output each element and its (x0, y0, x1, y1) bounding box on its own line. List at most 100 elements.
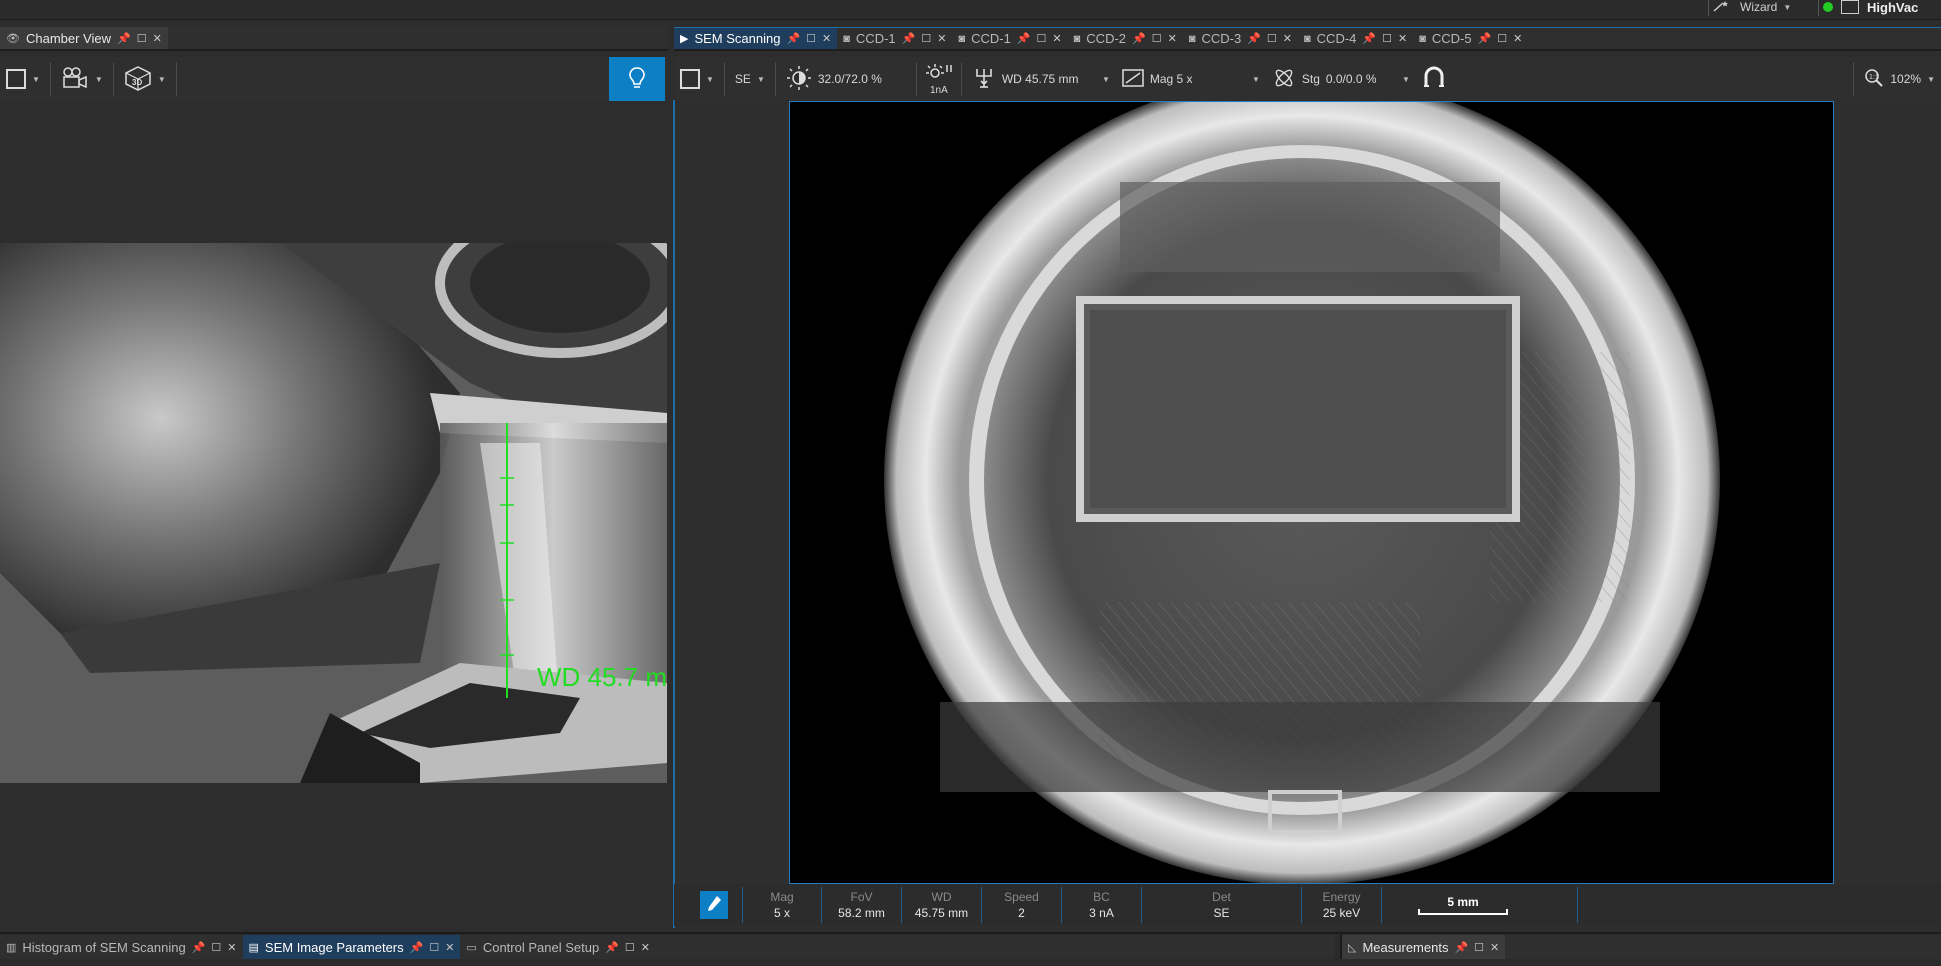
pin-icon[interactable]: 📌 (786, 32, 800, 45)
tab-ccd-2[interactable]: ◙ CCD-2 📌 ☐ ✕ (1068, 28, 1183, 49)
divider (1708, 0, 1709, 16)
tab-sem-image-parameters[interactable]: ▤ SEM Image Parameters 📌 ☐ ✕ (242, 935, 461, 959)
divider (49, 62, 51, 96)
top-strip: Wizard ▼ HighVac (0, 0, 1941, 20)
camera-button[interactable]: ▼ (55, 63, 109, 95)
close-icon[interactable]: ✕ (1168, 32, 1177, 45)
pin-icon[interactable]: 📌 (1478, 32, 1492, 45)
pin-icon[interactable]: 📌 (902, 32, 916, 45)
divider (175, 62, 177, 96)
chevron-down-icon[interactable]: ▼ (1783, 3, 1791, 12)
wizard-label: Wizard (1740, 0, 1778, 14)
sem-image-viewport[interactable] (789, 101, 1834, 884)
stigmator-control[interactable]: Stg 0.0/0.0 % ▼ (1266, 63, 1416, 95)
close-icon[interactable]: ✕ (1513, 32, 1522, 45)
magnification-control[interactable]: Mag 5 x ▼ (1116, 63, 1266, 95)
close-icon[interactable]: ✕ (641, 941, 650, 954)
divider (1853, 62, 1855, 96)
zoom-control[interactable]: 1:1 102% ▼ (1858, 63, 1941, 95)
chamber-camera-view[interactable]: WD 45.7 m (0, 243, 667, 783)
brightness-contrast-control[interactable]: 32.0/72.0 % (780, 63, 912, 95)
tab-measurements[interactable]: ◺ Measurements 📌 ☐ ✕ (1342, 935, 1506, 959)
sem-image (790, 102, 1833, 883)
close-icon[interactable]: ✕ (1490, 941, 1499, 954)
vacuum-status[interactable]: HighVac (1823, 0, 1919, 15)
pin-icon[interactable]: 📌 (410, 941, 424, 954)
auto-function-button[interactable] (1416, 63, 1452, 95)
chevron-down-icon[interactable]: ▼ (1927, 75, 1935, 84)
info-label: FoV (850, 890, 873, 904)
pin-icon[interactable]: 📌 (1247, 32, 1261, 45)
close-icon[interactable]: ✕ (227, 941, 236, 954)
chevron-down-icon[interactable]: ▼ (158, 75, 166, 84)
pin-icon[interactable]: 📌 (1017, 32, 1031, 45)
pin-icon[interactable]: 📌 (192, 941, 206, 954)
beam-current-button[interactable]: 1nA (921, 63, 957, 95)
3d-view-button[interactable]: 3D ▼ (118, 63, 172, 95)
maximize-icon[interactable]: ☐ (625, 941, 635, 954)
pin-icon[interactable]: 📌 (605, 941, 619, 954)
wizard-button[interactable]: Wizard ▼ (1712, 0, 1791, 14)
tab-ccd-5[interactable]: ◙ CCD-5 📌 ☐ ✕ (1413, 28, 1528, 49)
chevron-down-icon[interactable]: ▼ (32, 75, 40, 84)
chevron-down-icon[interactable]: ▼ (757, 75, 765, 84)
pin-icon[interactable]: 📌 (1362, 32, 1376, 45)
info-label: Mag (770, 890, 794, 904)
current-unit: 1nA (929, 84, 948, 96)
maximize-icon[interactable]: ☐ (1152, 32, 1162, 45)
detector-select[interactable]: SE ▼ (729, 63, 771, 95)
info-label: Speed (1004, 890, 1039, 904)
wd-value: WD 45.75 mm (1001, 72, 1079, 86)
close-icon[interactable]: ✕ (1398, 32, 1407, 45)
tab-ccd-1[interactable]: ◙ CCD-1 📌 ☐ ✕ (837, 28, 952, 49)
ruler-icon: ◺ (1348, 941, 1357, 954)
maximize-icon[interactable]: ☐ (1497, 32, 1507, 45)
info-label: BC (1093, 890, 1110, 904)
camera-icon: ◙ (958, 32, 966, 45)
chamber-image (0, 243, 667, 783)
maximize-icon[interactable]: ☐ (806, 32, 816, 45)
tab-ccd-4[interactable]: ◙ CCD-4 📌 ☐ ✕ (1298, 28, 1413, 49)
maximize-icon[interactable]: ☐ (137, 32, 147, 45)
close-icon[interactable]: ✕ (153, 32, 162, 45)
pin-icon[interactable]: 📌 (1132, 32, 1146, 45)
select-frame-button[interactable]: ▼ (674, 63, 720, 95)
svg-text:3D: 3D (132, 78, 142, 87)
sem-info-bar: Mag 5 x FoV 58.2 mm WD 45.75 mm Speed 2 … (674, 884, 1941, 926)
brightness-icon (786, 65, 812, 94)
edit-databar-button[interactable] (700, 891, 728, 919)
maximize-icon[interactable]: ☐ (921, 32, 931, 45)
chevron-down-icon[interactable]: ▼ (1402, 75, 1410, 84)
chevron-down-icon[interactable]: ▼ (1102, 75, 1110, 84)
close-icon[interactable]: ✕ (822, 32, 831, 45)
stig-value: 0.0/0.0 % (1325, 72, 1377, 86)
vacuum-label: HighVac (1867, 0, 1919, 15)
tab-ccd-3[interactable]: ◙ CCD-3 📌 ☐ ✕ (1183, 28, 1298, 49)
chevron-down-icon[interactable]: ▼ (706, 75, 714, 84)
maximize-icon[interactable]: ☐ (1267, 32, 1277, 45)
tab-ccd-1b[interactable]: ◙ CCD-1 📌 ☐ ✕ (952, 28, 1067, 49)
chevron-down-icon[interactable]: ▼ (1252, 75, 1260, 84)
maximize-icon[interactable]: ☐ (1474, 941, 1484, 954)
close-icon[interactable]: ✕ (1283, 32, 1292, 45)
maximize-icon[interactable]: ☐ (1037, 32, 1047, 45)
pin-icon[interactable]: 📌 (1454, 941, 1468, 954)
maximize-icon[interactable]: ☐ (429, 941, 439, 954)
close-icon[interactable]: ✕ (445, 941, 454, 954)
tab-chamber-view[interactable]: 👁 Chamber View 📌 ☐ ✕ (0, 27, 168, 49)
tab-control-panel-setup[interactable]: ▭ Control Panel Setup 📌 ☐ ✕ (460, 935, 656, 959)
tab-histogram[interactable]: ▥ Histogram of SEM Scanning 📌 ☐ ✕ (0, 935, 243, 959)
pin-icon[interactable]: 📌 (117, 32, 131, 45)
maximize-icon[interactable]: ☐ (211, 941, 221, 954)
light-toggle-button[interactable] (609, 57, 665, 101)
chevron-down-icon[interactable]: ▼ (95, 75, 103, 84)
maximize-icon[interactable]: ☐ (1382, 32, 1392, 45)
close-icon[interactable]: ✕ (937, 32, 946, 45)
select-frame-button[interactable]: ▼ (0, 63, 46, 95)
tab-sem-scanning[interactable]: ▶ SEM Scanning 📌 ☐ ✕ (674, 28, 838, 49)
info-fov: FoV 58.2 mm (822, 887, 902, 923)
working-distance-control[interactable]: WD 45.75 mm ▼ (966, 63, 1116, 95)
control-panel-icon: ▭ (466, 941, 477, 954)
close-icon[interactable]: ✕ (1052, 32, 1061, 45)
info-mag: Mag 5 x (742, 887, 822, 923)
